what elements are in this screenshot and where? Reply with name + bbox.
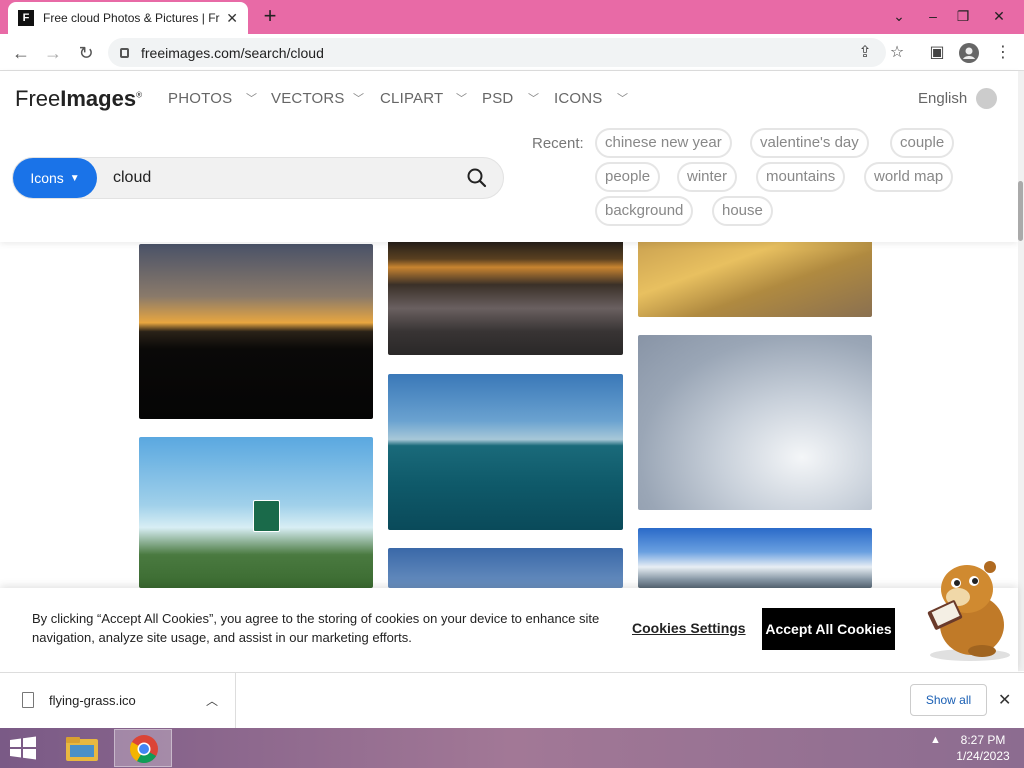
recent-chip[interactable]: house xyxy=(712,196,773,226)
site-header: FreeImages® PHOTOS ﹀ VECTORS ﹀ CLIPART ﹀… xyxy=(0,71,1018,242)
back-icon[interactable]: ← xyxy=(8,40,34,66)
recent-chip[interactable]: world map xyxy=(864,162,954,192)
browser-tab-strip: F Free cloud Photos & Pictures | Fr ✕ + … xyxy=(0,0,1024,34)
gallery-image-sunset-grass[interactable] xyxy=(139,244,373,419)
gallery-image-golden-sky[interactable] xyxy=(638,238,872,317)
close-tab-icon[interactable]: ✕ xyxy=(226,10,238,27)
recent-searches-label: Recent: xyxy=(532,135,584,152)
nav-clipart[interactable]: CLIPART xyxy=(380,90,443,107)
show-all-downloads-button[interactable]: Show all xyxy=(910,684,987,716)
file-explorer-icon[interactable] xyxy=(62,731,102,765)
url-text: freeimages.com/search/cloud xyxy=(141,44,324,61)
gallery-image-cloudy-sky[interactable] xyxy=(638,335,872,510)
download-filename: flying-grass.ico xyxy=(49,693,136,708)
address-bar[interactable]: freeimages.com/search/cloud xyxy=(108,38,886,67)
nav-psd[interactable]: PSD xyxy=(482,90,513,107)
file-icon xyxy=(22,692,34,708)
close-window-button[interactable]: ✕ xyxy=(984,4,1014,28)
system-clock[interactable]: 8:27 PM 1/24/2023 xyxy=(948,732,1018,764)
browser-menu-icon[interactable]: ⋮ xyxy=(990,40,1016,66)
nav-icons[interactable]: ICONS xyxy=(554,90,603,107)
chevron-down-icon[interactable]: ﹀ xyxy=(456,90,467,106)
chrome-taskbar-button[interactable] xyxy=(114,729,172,767)
accept-all-cookies-button[interactable]: Accept All Cookies xyxy=(762,608,895,650)
road-sign-shape xyxy=(253,500,280,532)
chrome-icon xyxy=(130,735,158,763)
share-icon[interactable]: ⇪ xyxy=(852,40,878,66)
search-type-dropdown[interactable]: Icons ▼ xyxy=(13,158,97,198)
reload-icon[interactable]: ↻ xyxy=(73,40,99,66)
gallery-image-ocean-boats[interactable] xyxy=(388,374,623,530)
hamster-mascot-icon xyxy=(927,561,1010,661)
language-selector[interactable]: English xyxy=(918,90,967,107)
chevron-down-icon[interactable]: ﹀ xyxy=(528,90,539,106)
windows-taskbar: ▲ 8:27 PM 1/24/2023 xyxy=(0,728,1024,768)
new-tab-button[interactable]: + xyxy=(258,5,282,29)
recent-chip[interactable]: mountains xyxy=(756,162,846,192)
nav-photos[interactable]: PHOTOS xyxy=(168,90,232,107)
recent-chip[interactable]: chinese new year xyxy=(595,128,732,158)
chevron-down-icon[interactable]: ﹀ xyxy=(617,90,628,106)
browser-toolbar: ← → ↻ freeimages.com/search/cloud ⇪ ☆ ▣ … xyxy=(0,34,1024,71)
nav-vectors[interactable]: VECTORS xyxy=(271,90,345,107)
bookmark-star-icon[interactable]: ☆ xyxy=(884,40,910,66)
recent-chip[interactable]: winter xyxy=(677,162,738,192)
recent-chip[interactable]: couple xyxy=(890,128,955,158)
download-item[interactable]: flying-grass.ico ︿ xyxy=(0,673,236,728)
close-download-bar-icon[interactable]: ✕ xyxy=(998,690,1011,710)
gallery-image-city-clouds[interactable] xyxy=(638,528,872,588)
search-input[interactable]: cloud xyxy=(113,169,151,187)
tray-expand-icon[interactable]: ▲ xyxy=(930,734,941,746)
cookie-notice-text: By clicking “Accept All Cookies”, you ag… xyxy=(32,611,600,645)
chevron-down-icon: ▼ xyxy=(69,172,80,184)
side-panel-icon[interactable]: ▣ xyxy=(924,40,950,66)
recent-chip[interactable]: people xyxy=(595,162,661,192)
forward-icon[interactable]: → xyxy=(40,40,66,66)
freeimages-logo[interactable]: FreeImages® xyxy=(15,86,142,112)
recent-chip[interactable]: valentine's day xyxy=(750,128,869,158)
chevron-down-icon[interactable]: ﹀ xyxy=(246,90,257,106)
minimize-button[interactable]: – xyxy=(918,4,948,28)
scrollbar-thumb[interactable] xyxy=(1018,181,1023,241)
lock-icon xyxy=(120,47,129,58)
gallery-image-blue-sky[interactable] xyxy=(388,548,623,588)
cookies-settings-button[interactable]: Cookies Settings xyxy=(632,620,746,636)
search-icon[interactable] xyxy=(466,167,488,189)
cookie-banner: By clicking “Accept All Cookies”, you ag… xyxy=(0,588,1018,672)
tab-search-icon[interactable]: ⌄ xyxy=(884,4,914,28)
gallery-image-water-sunset[interactable] xyxy=(388,238,623,355)
profile-avatar-icon[interactable] xyxy=(956,40,982,66)
browser-tab[interactable]: F Free cloud Photos & Pictures | Fr ✕ xyxy=(8,2,248,34)
search-bar: Icons ▼ cloud xyxy=(12,157,504,199)
site-favicon-icon: F xyxy=(18,10,34,26)
recent-chip[interactable]: background xyxy=(595,196,694,226)
restore-button[interactable]: ❐ xyxy=(948,4,978,28)
globe-icon[interactable] xyxy=(976,88,997,109)
chevron-up-icon[interactable]: ︿ xyxy=(206,692,218,709)
windows-start-icon[interactable] xyxy=(8,736,38,760)
download-bar: flying-grass.ico ︿ Show all ✕ xyxy=(0,672,1024,728)
chevron-down-icon[interactable]: ﹀ xyxy=(353,90,364,106)
tab-title: Free cloud Photos & Pictures | Fr xyxy=(43,11,220,25)
